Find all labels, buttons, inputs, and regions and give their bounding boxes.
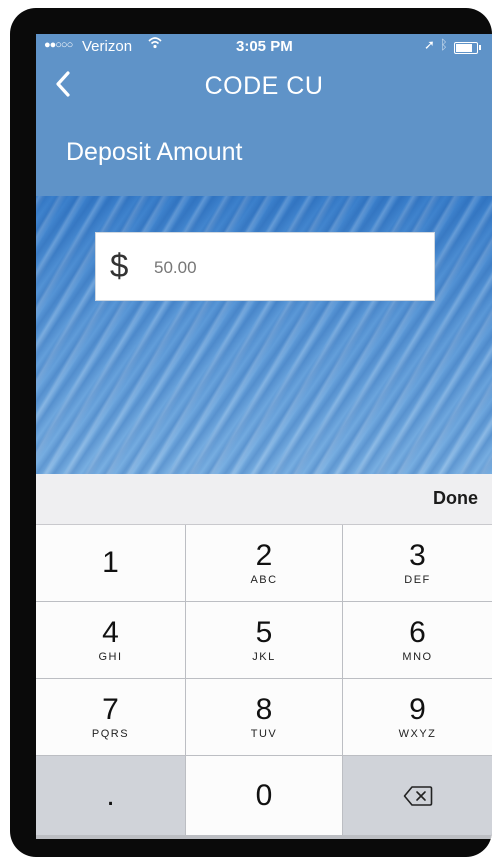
key-4[interactable]: 4 GHI: [36, 602, 185, 678]
keyboard-accessory-bar: Done: [36, 474, 492, 525]
key-8[interactable]: 8 TUV: [186, 679, 342, 755]
key-digit: 9: [409, 693, 426, 726]
key-letters: GHI: [98, 651, 123, 663]
screen: ●●○○○ Verizon 3:05 PM ➚ ᛒ CODE CU Deposi…: [36, 34, 492, 839]
navigation-bar: CODE CU: [36, 62, 492, 106]
key-digit: 0: [255, 778, 273, 812]
key-0[interactable]: 0: [186, 756, 342, 835]
key-9[interactable]: 9 WXYZ: [343, 679, 492, 755]
page-title: CODE CU: [204, 72, 324, 100]
location-arrow-icon: ➚: [424, 37, 435, 52]
key-3[interactable]: 3 DEF: [343, 525, 492, 601]
key-letters: JKL: [252, 651, 276, 663]
key-digit: 2: [255, 539, 273, 572]
hero-background: $: [36, 196, 492, 474]
key-digit: 3: [409, 539, 426, 572]
key-1[interactable]: 1: [36, 525, 185, 601]
wifi-icon: [148, 36, 162, 53]
key-2[interactable]: 2 ABC: [186, 525, 342, 601]
currency-symbol: $: [110, 247, 129, 284]
key-letters: PQRS: [91, 728, 130, 740]
numeric-keypad: 1 2 ABC 3 DEF 4 GHI 5 JKL 6 MNO 7 PQRS 8…: [36, 525, 492, 839]
key-decimal[interactable]: .: [36, 756, 185, 835]
key-letters: ABC: [250, 574, 278, 586]
key-5[interactable]: 5 JKL: [186, 602, 342, 678]
section-title: Deposit Amount: [66, 138, 243, 166]
key-letters: DEF: [404, 574, 431, 586]
deposit-amount-input[interactable]: [152, 253, 416, 283]
key-digit: 4: [102, 616, 119, 649]
key-letters: MNO: [402, 651, 433, 663]
done-button[interactable]: Done: [433, 488, 478, 509]
phone-frame: ●●○○○ Verizon 3:05 PM ➚ ᛒ CODE CU Deposi…: [10, 8, 492, 857]
key-letters: TUV: [250, 728, 278, 740]
delete-key[interactable]: [343, 756, 492, 835]
status-bar: ●●○○○ Verizon 3:05 PM ➚ ᛒ: [36, 34, 492, 62]
key-digit: 7: [102, 693, 119, 726]
key-letters: WXYZ: [398, 728, 437, 740]
section-header: Deposit Amount: [36, 106, 492, 196]
key-digit: 6: [409, 616, 426, 649]
key-digit: 1: [102, 546, 119, 579]
key-6[interactable]: 6 MNO: [343, 602, 492, 678]
bluetooth-icon: ᛒ: [440, 37, 448, 52]
carrier-name: Verizon: [82, 38, 133, 55]
key-7[interactable]: 7 PQRS: [36, 679, 185, 755]
signal-strength-icon: ●●○○○: [44, 39, 73, 51]
key-digit: 8: [255, 693, 273, 726]
battery-icon: [454, 42, 481, 54]
amount-field-container[interactable]: $: [95, 232, 435, 301]
key-digit: .: [106, 778, 115, 812]
key-digit: 5: [255, 616, 273, 649]
backspace-icon: [403, 785, 432, 806]
status-time: 3:05 PM: [236, 38, 293, 55]
